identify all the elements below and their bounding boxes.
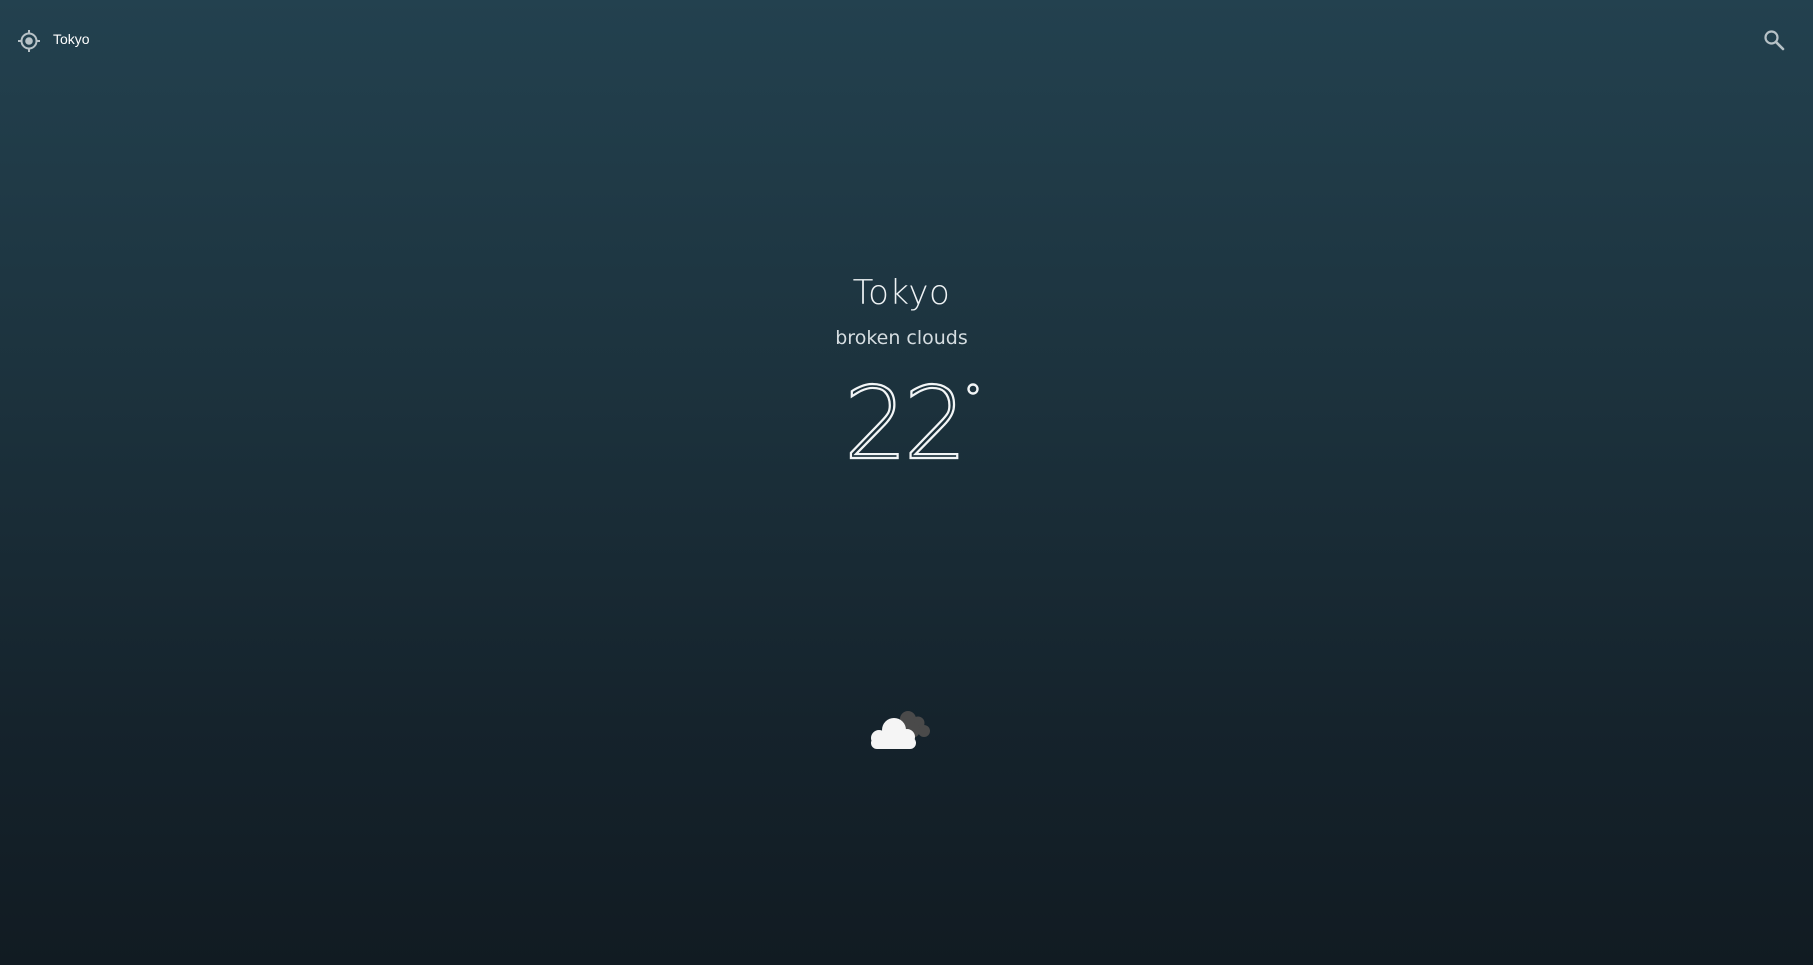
degree-symbol bbox=[966, 383, 979, 395]
temperature-value: 22 bbox=[844, 370, 960, 470]
city-name: Tokyo bbox=[852, 273, 951, 313]
search-button[interactable] bbox=[1762, 28, 1786, 52]
locate-button[interactable] bbox=[17, 29, 41, 53]
temperature-glyphs: 22 bbox=[844, 370, 960, 470]
search-icon bbox=[1764, 30, 1785, 51]
top-bar bbox=[0, 0, 1813, 80]
weather-summary: Tokyo broken clouds bbox=[0, 268, 1803, 350]
temperature-display: 22 bbox=[844, 370, 979, 470]
temperature-block: 22 bbox=[0, 370, 1803, 475]
weather-description: broken clouds bbox=[835, 327, 968, 349]
city-search-input[interactable] bbox=[53, 28, 653, 50]
weather-condition-icon-container bbox=[864, 704, 938, 754]
broken-clouds-icon bbox=[871, 711, 930, 749]
crosshair-locate-icon bbox=[18, 30, 40, 52]
